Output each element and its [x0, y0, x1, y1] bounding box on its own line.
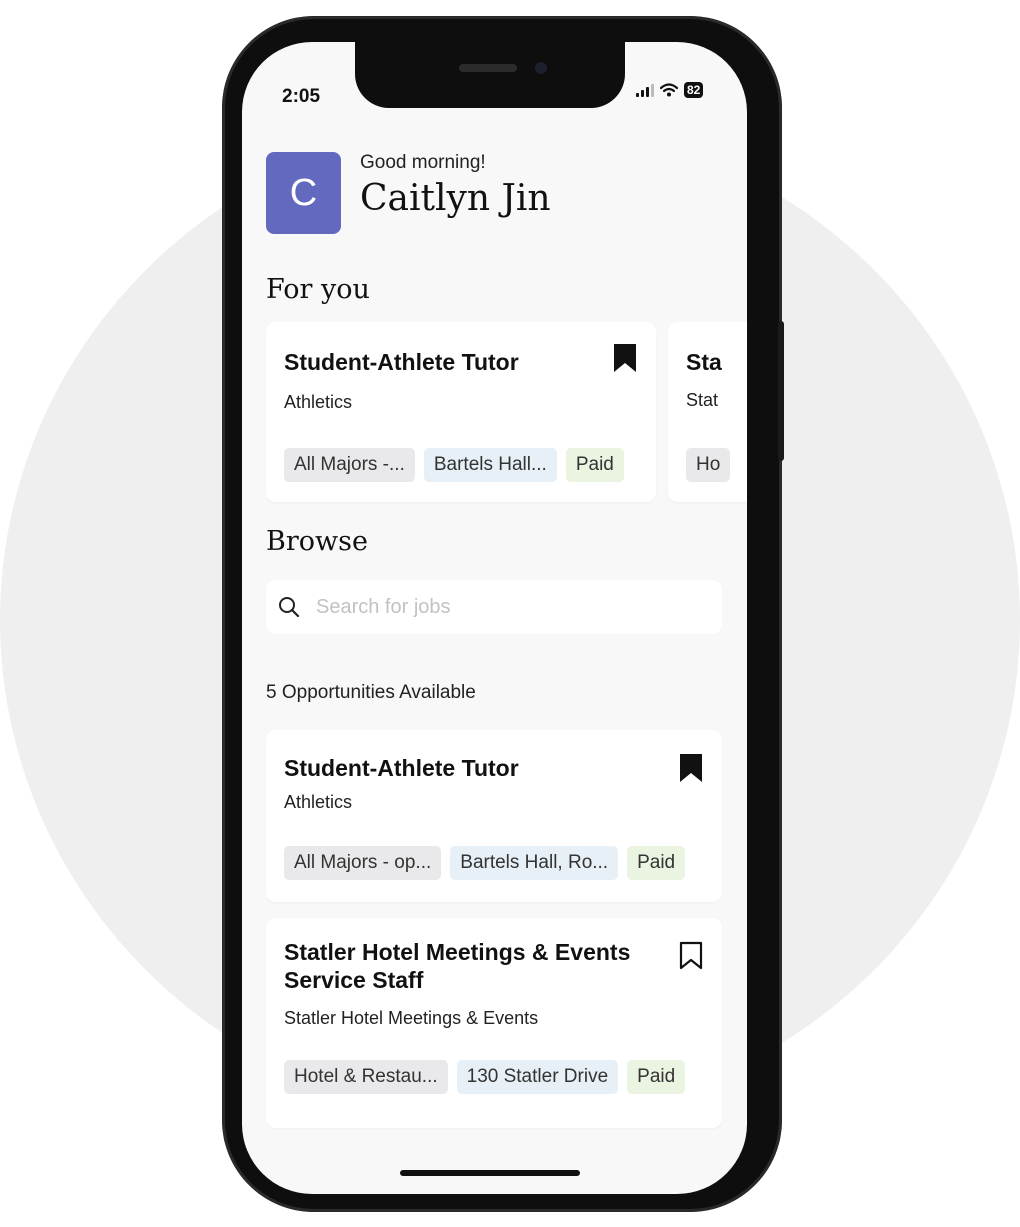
greeting-text: Good morning! — [360, 152, 486, 173]
for-you-card[interactable]: Student-Athlete Tutor Athletics All Majo… — [266, 322, 656, 502]
notch — [355, 42, 625, 108]
bookmark-filled-icon[interactable] — [612, 342, 638, 374]
paid-tag: Paid — [565, 448, 624, 482]
status-time: 2:05 — [282, 86, 321, 107]
side-button — [778, 321, 784, 461]
tag-row: Ho — [686, 448, 731, 482]
home-indicator[interactable] — [400, 1170, 580, 1176]
opportunities-count: 5 Opportunities Available — [266, 682, 476, 703]
job-title: Student-Athlete Tutor — [284, 755, 519, 781]
location-tag: Bartels Hall, Ro... — [450, 846, 619, 880]
tag-row: All Majors - op... Bartels Hall, Ro... P… — [284, 846, 686, 880]
avatar[interactable]: C — [266, 152, 341, 234]
search-bar[interactable] — [266, 580, 722, 634]
majors-tag: All Majors - op... — [284, 846, 442, 880]
browse-heading: Browse — [266, 526, 368, 557]
app-screen: 2:05 82 C Good morning! Caitlyn Jin For … — [242, 42, 747, 1194]
job-title: Sta — [686, 349, 722, 375]
status-icons: 82 — [636, 82, 704, 98]
for-you-card-partial[interactable]: Sta Stat Ho — [668, 322, 747, 502]
wifi-icon — [660, 83, 678, 97]
location-tag: 130 Statler Drive — [456, 1060, 619, 1094]
tag-row: All Majors -... Bartels Hall... Paid — [284, 448, 624, 482]
paid-tag: Paid — [627, 846, 686, 880]
phone-frame: 2:05 82 C Good morning! Caitlyn Jin For … — [222, 16, 784, 1212]
job-card[interactable]: Statler Hotel Meetings & Events Service … — [266, 918, 722, 1128]
speaker — [459, 64, 517, 72]
search-icon — [279, 597, 300, 618]
paid-tag: Paid — [627, 1060, 686, 1094]
bookmark-filled-icon[interactable] — [678, 752, 704, 784]
job-department: Statler Hotel Meetings & Events — [284, 1008, 539, 1028]
majors-tag: All Majors -... — [284, 448, 415, 482]
search-input[interactable] — [314, 594, 698, 620]
job-title-line: Service Staff — [284, 967, 424, 993]
job-department: Stat — [686, 390, 719, 410]
category-tag: Hotel & Restau... — [284, 1060, 448, 1094]
tag-row: Hotel & Restau... 130 Statler Drive Paid — [284, 1060, 686, 1094]
job-card[interactable]: Student-Athlete Tutor Athletics All Majo… — [266, 730, 722, 902]
job-title: Statler Hotel Meetings & Events Service … — [284, 938, 630, 994]
battery-icon: 82 — [684, 82, 704, 98]
for-you-heading: For you — [266, 274, 370, 305]
job-title-line: Statler Hotel Meetings & Events — [284, 939, 631, 965]
camera — [535, 62, 547, 74]
bookmark-outline-icon[interactable] — [678, 940, 704, 972]
job-department: Athletics — [284, 792, 353, 812]
job-department: Athletics — [284, 392, 353, 412]
location-tag: Bartels Hall... — [423, 448, 557, 482]
user-name: Caitlyn Jin — [360, 178, 551, 219]
category-tag: Ho — [686, 448, 731, 482]
signal-icon — [636, 83, 654, 97]
job-title: Student-Athlete Tutor — [284, 349, 519, 375]
